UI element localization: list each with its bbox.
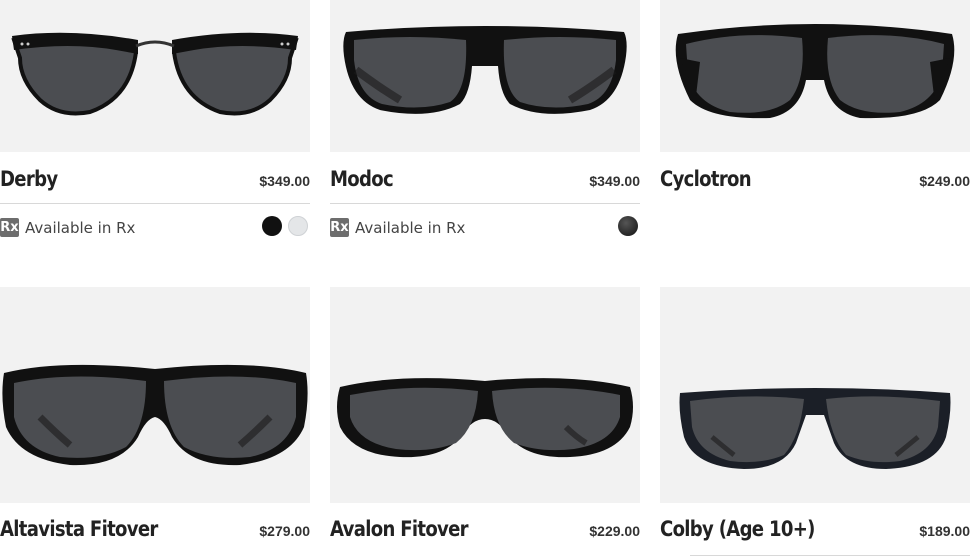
sunglasses-altavista-fitover-image — [2, 364, 308, 466]
product-image-avalon-fitover[interactable] — [330, 287, 640, 503]
product-image-cyclotron[interactable] — [660, 0, 970, 152]
sunglasses-avalon-fitover-image — [337, 378, 633, 458]
product-name[interactable]: Altavista Fitover — [0, 517, 158, 541]
product-image-altavista-fitover[interactable] — [0, 287, 310, 503]
product-name[interactable]: Derby — [0, 167, 58, 191]
product-price: $349.00 — [589, 173, 640, 189]
product-card-avalon-fitover[interactable]: Avalon Fitover $229.00 — [330, 287, 640, 558]
divider — [690, 555, 970, 556]
product-name[interactable]: Colby (Age 10+) — [660, 517, 815, 541]
sunglasses-cyclotron-image — [675, 24, 955, 119]
product-name[interactable]: Cyclotron — [660, 167, 752, 191]
rx-icon: Rx — [330, 218, 349, 237]
sunglasses-derby-image — [11, 32, 299, 116]
sunglasses-colby-image — [679, 388, 951, 469]
divider — [0, 203, 310, 204]
sunglasses-modoc-image — [343, 26, 627, 114]
product-image-colby[interactable] — [660, 287, 970, 503]
product-card-altavista-fitover[interactable]: Altavista Fitover $279.00 — [0, 287, 310, 558]
rx-icon: Rx — [0, 218, 19, 237]
product-price: $279.00 — [259, 523, 310, 539]
rx-availability: Rx Available in Rx — [0, 218, 135, 237]
product-card-cyclotron[interactable]: Cyclotron $249.00 — [660, 0, 970, 250]
product-name[interactable]: Modoc — [330, 167, 394, 191]
color-swatch-clear[interactable] — [288, 216, 308, 236]
product-price: $229.00 — [589, 523, 640, 539]
color-swatches — [618, 216, 638, 236]
product-name[interactable]: Avalon Fitover — [330, 517, 469, 541]
product-card-modoc[interactable]: Modoc $349.00 Rx Available in Rx — [330, 0, 640, 250]
product-image-modoc[interactable] — [330, 0, 640, 152]
product-price: $349.00 — [259, 173, 310, 189]
product-image-derby[interactable] — [0, 0, 310, 152]
product-card-colby[interactable]: Colby (Age 10+) $189.00 — [660, 287, 970, 558]
color-swatch-black[interactable] — [618, 216, 638, 236]
product-price: $249.00 — [919, 173, 970, 189]
product-card-derby[interactable]: Derby $349.00 Rx Available in Rx — [0, 0, 310, 250]
divider — [330, 203, 640, 204]
product-price: $189.00 — [919, 523, 970, 539]
rx-availability: Rx Available in Rx — [330, 218, 465, 237]
color-swatches — [262, 216, 308, 236]
rx-label: Available in Rx — [25, 218, 136, 237]
color-swatch-black[interactable] — [262, 216, 282, 236]
rx-label: Available in Rx — [355, 218, 466, 237]
